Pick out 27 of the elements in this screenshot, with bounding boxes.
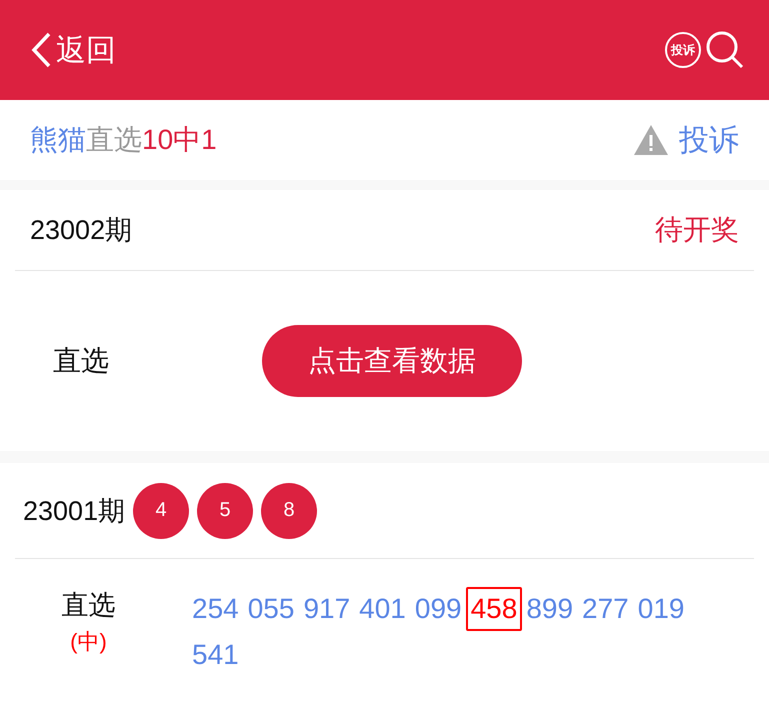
picked-number: 917	[302, 592, 352, 626]
back-icon	[30, 32, 52, 68]
complaint-link[interactable]: 投诉	[633, 120, 739, 160]
picked-number: 277	[581, 592, 630, 626]
warning-icon	[633, 124, 669, 156]
view-data-button[interactable]: 点击查看数据	[262, 325, 522, 397]
plan-title: 熊猫直选10中1	[30, 123, 217, 157]
period-number: 23002期	[30, 214, 132, 247]
number-ball: 4	[133, 482, 190, 538]
picked-number: 099	[414, 592, 463, 626]
draw-status: 待开奖	[655, 213, 739, 247]
play-label: 直选	[62, 589, 116, 622]
winning-number: 458	[466, 587, 522, 631]
picked-number: 055	[246, 592, 296, 626]
number-ball: 5	[197, 482, 254, 538]
play-label: 直选	[53, 344, 110, 378]
picked-number: 401	[358, 592, 407, 626]
period-number: 23001期	[23, 494, 126, 528]
search-icon[interactable]	[705, 30, 745, 70]
back-button[interactable]: 返回	[30, 30, 116, 70]
picked-number: 254	[191, 592, 240, 626]
picked-number: 019	[636, 592, 686, 626]
picked-number: 541	[191, 638, 240, 672]
complaint-badge[interactable]: 投诉	[665, 32, 701, 68]
picked-number: 899	[525, 592, 574, 626]
result-label: (中)	[70, 628, 107, 656]
number-ball: 8	[261, 482, 318, 538]
